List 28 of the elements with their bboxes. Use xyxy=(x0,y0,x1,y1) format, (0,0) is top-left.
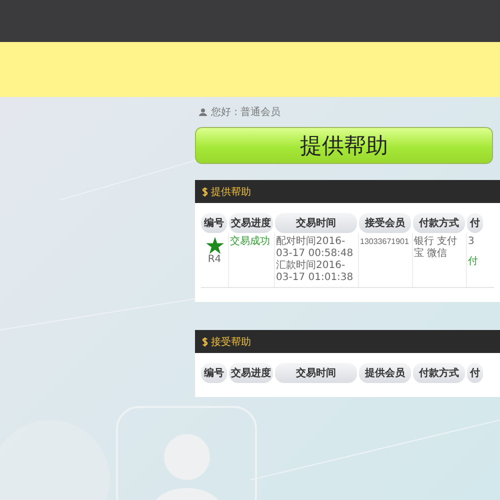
time-text: 汇款时间2016-03-17 01:01:38 xyxy=(276,260,354,284)
user-icon xyxy=(199,108,207,116)
payment-text: 银行 支付宝 微信 xyxy=(414,236,458,259)
column-header: 编号 xyxy=(201,213,227,233)
dollar-icon xyxy=(202,186,208,196)
column-header: 付 xyxy=(467,213,483,233)
rank-label: R4 xyxy=(208,254,222,266)
column-header: 交易进度 xyxy=(229,213,273,233)
member-text: 13033671901 xyxy=(360,237,409,246)
status-text: 交易成功 xyxy=(230,236,270,247)
time-text: 配对时间2016-03-17 00:58:48 xyxy=(276,236,354,260)
column-header: 交易时间 xyxy=(275,363,357,383)
column-header: 提供会员 xyxy=(359,363,411,383)
column-header: 交易时间 xyxy=(275,213,357,233)
column-header: 付款方式 xyxy=(413,363,465,383)
column-header: 编号 xyxy=(201,363,227,383)
provide-help-button[interactable]: 提供帮助 xyxy=(195,127,493,164)
panel-title: 接受帮助 xyxy=(211,336,251,348)
star-icon xyxy=(206,237,224,254)
column-header: 交易进度 xyxy=(229,363,273,383)
table-cell-text: 3 xyxy=(468,236,476,248)
panel-title: 提供帮助 xyxy=(211,186,251,198)
dollar-icon xyxy=(202,336,208,346)
column-header: 接受会员 xyxy=(359,213,411,233)
breadcrumb-text: 您好 : 普通会员 xyxy=(211,106,281,119)
column-header: 付 xyxy=(467,363,483,383)
table-cell-text: 付 xyxy=(468,256,479,268)
column-header: 付款方式 xyxy=(413,213,465,233)
